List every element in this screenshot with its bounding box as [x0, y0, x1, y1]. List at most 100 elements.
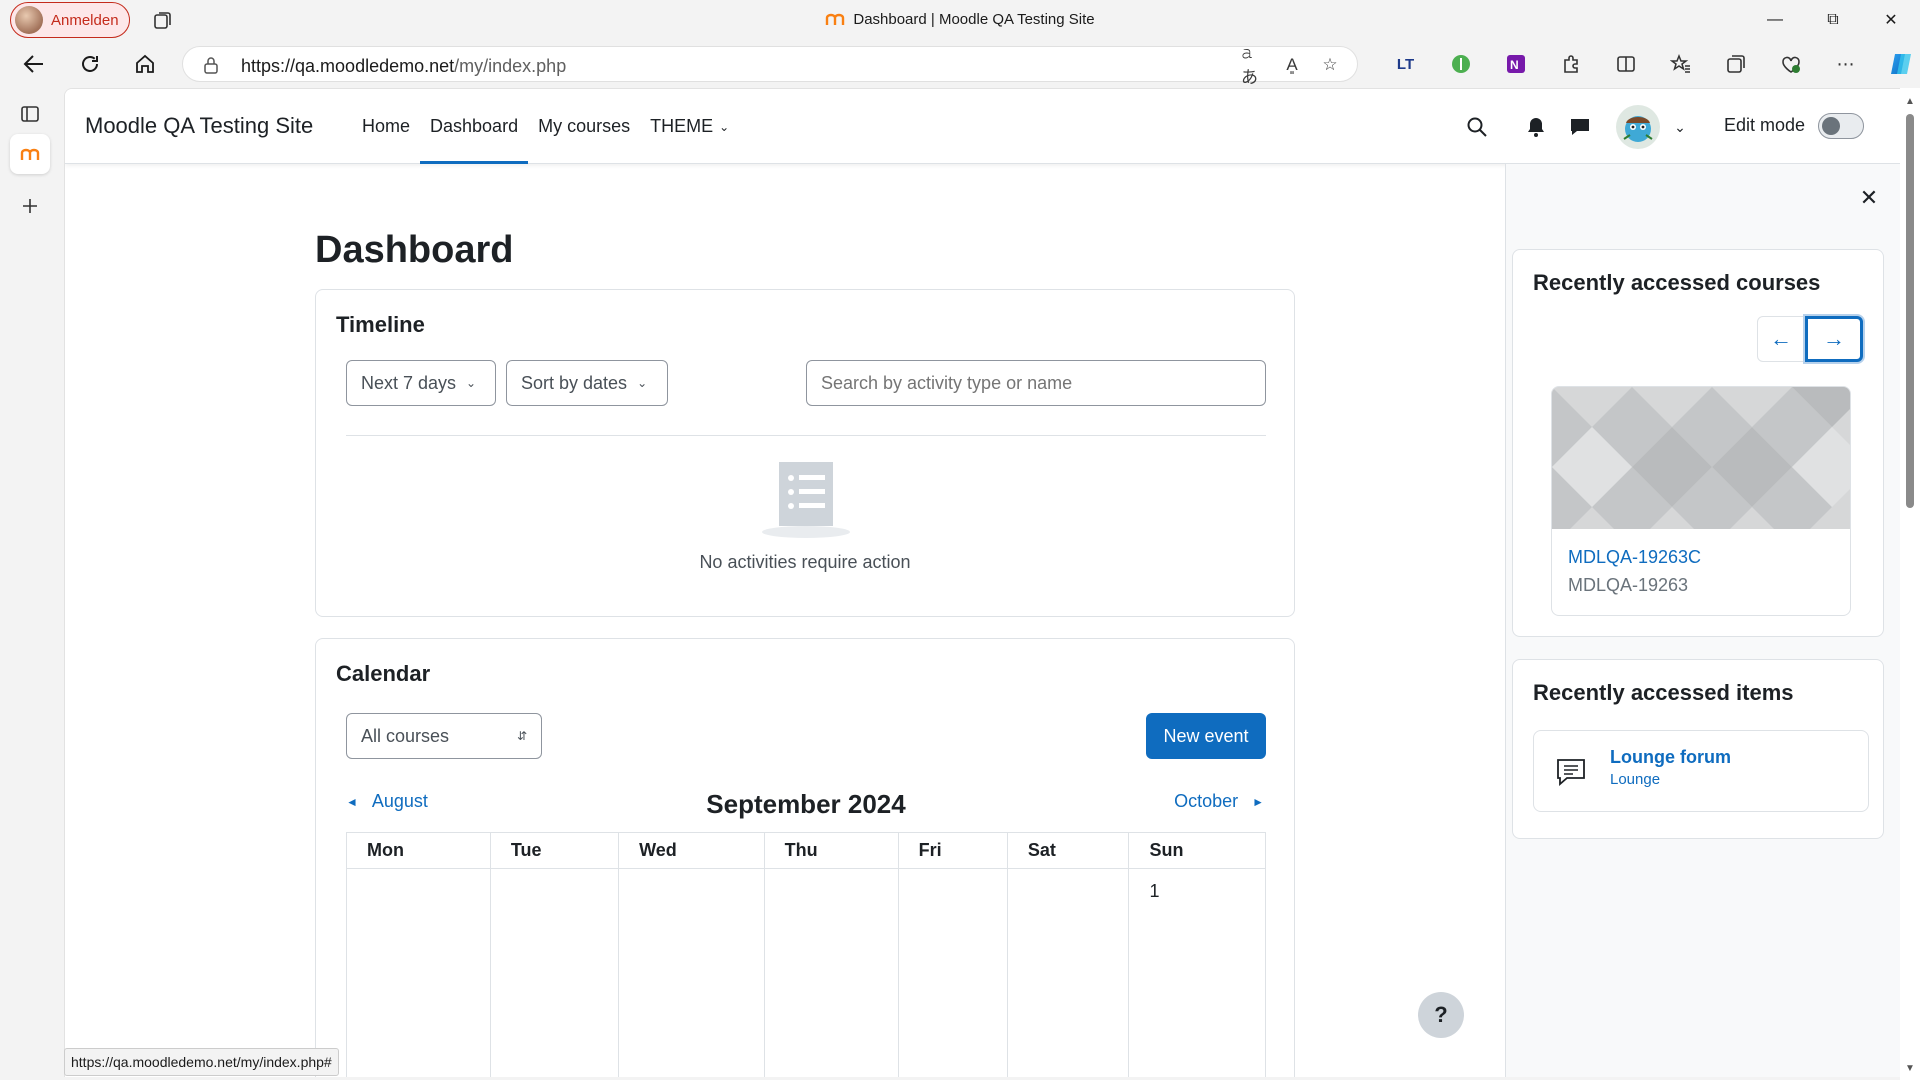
- edit-mode-label: Edit mode: [1724, 115, 1806, 135]
- vertical-tab-moodle[interactable]: [10, 134, 50, 174]
- course-card[interactable]: MDLQA-19263C MDLQA-19263: [1551, 386, 1851, 616]
- nav-dashboard[interactable]: Dashboard: [420, 89, 529, 164]
- next-month-link[interactable]: October ►: [1174, 791, 1264, 812]
- tab-title-text: Dashboard | Moodle QA Testing Site: [853, 11, 1095, 28]
- day-header: Tue: [489, 832, 620, 869]
- read-aloud-icon[interactable]: A͈: [1279, 53, 1305, 77]
- page-title: Dashboard: [315, 229, 514, 271]
- new-event-button[interactable]: New event: [1146, 713, 1266, 759]
- more-menu-icon[interactable]: ⋯: [1818, 48, 1873, 80]
- recent-courses-block: Recently accessed courses ← → MDLQA-1926…: [1512, 249, 1884, 637]
- user-avatar[interactable]: [1616, 105, 1660, 149]
- recent-item-card[interactable]: Lounge forum Lounge: [1533, 730, 1869, 812]
- course-pager: ← →: [1757, 316, 1863, 362]
- calendar-day-cell: [489, 868, 620, 1077]
- svg-text:N: N: [1510, 58, 1519, 72]
- day-header: Sat: [1006, 832, 1130, 869]
- page-scrollbar[interactable]: ▲ ▼: [1900, 88, 1920, 1080]
- user-menu-chevron-icon[interactable]: ⌄: [1668, 115, 1692, 139]
- home-icon[interactable]: [127, 48, 163, 80]
- arrow-right-icon[interactable]: →: [1805, 316, 1863, 362]
- day-number[interactable]: 1: [1149, 881, 1159, 901]
- scroll-down-arrow-icon[interactable]: ▼: [1905, 1063, 1915, 1074]
- extensions-puzzle-icon[interactable]: [1543, 48, 1598, 80]
- lock-icon[interactable]: [203, 56, 219, 74]
- tab-actions-icon[interactable]: [10, 94, 50, 134]
- recent-items-block: Recently accessed items Lounge forum Lou…: [1512, 659, 1884, 839]
- sort-label: Sort by dates: [521, 372, 628, 393]
- help-button[interactable]: ?: [1418, 992, 1464, 1038]
- url-text[interactable]: https://qa.moodledemo.net/my/index.php: [241, 56, 566, 77]
- day-header: Thu: [763, 832, 899, 869]
- toggle-knob: [1822, 117, 1840, 135]
- empty-list-icon: [762, 462, 850, 538]
- forum-icon: [1557, 759, 1585, 786]
- close-window-icon[interactable]: ✕: [1862, 0, 1920, 40]
- day-filter-dropdown[interactable]: Next 7 days ⌄: [346, 360, 496, 406]
- favorites-icon[interactable]: [1653, 48, 1708, 80]
- chevron-down-icon: ⌄: [719, 119, 730, 134]
- back-icon[interactable]: [16, 48, 52, 80]
- languagetool-icon[interactable]: LT: [1378, 48, 1433, 80]
- split-screen-icon[interactable]: [1598, 48, 1653, 80]
- site-brand[interactable]: Moodle QA Testing Site: [85, 113, 313, 139]
- scroll-up-arrow-icon[interactable]: ▲: [1905, 96, 1915, 107]
- recent-item-name[interactable]: Lounge forum: [1610, 747, 1731, 768]
- status-bar-url: https://qa.moodledemo.net/my/index.php#: [64, 1048, 339, 1076]
- tab-title: Dashboard | Moodle QA Testing Site: [0, 11, 1920, 28]
- moodle-navbar: Moodle QA Testing Site Home Dashboard My…: [65, 89, 1900, 164]
- browser-toolbar: https://qa.moodledemo.net/my/index.php 𝚊…: [0, 40, 1920, 88]
- notifications-bell-icon[interactable]: [1524, 115, 1548, 139]
- browser-titlebar: Anmelden Dashboard | Moodle QA Testing S…: [0, 0, 1920, 40]
- arrow-left-icon[interactable]: ←: [1757, 316, 1805, 362]
- calendar-block: Calendar All courses ⇵ New event ◄ August …: [315, 638, 1295, 1077]
- course-filter-select[interactable]: All courses ⇵: [346, 713, 542, 759]
- arrow-right-icon: ►: [1252, 794, 1264, 809]
- block-drawer: ✕ Recently accessed courses ← → MDLQA-19…: [1505, 164, 1900, 1077]
- course-name-link[interactable]: MDLQA-19263C: [1568, 547, 1701, 568]
- collections-icon[interactable]: [1708, 48, 1763, 80]
- recent-item-course[interactable]: Lounge: [1610, 771, 1660, 788]
- empty-state-text: No activities require action: [699, 552, 911, 572]
- nav-home[interactable]: Home: [352, 89, 420, 164]
- calendar-title: Calendar: [336, 661, 431, 686]
- sort-dropdown[interactable]: Sort by dates ⌄: [506, 360, 668, 406]
- search-icon[interactable]: [1465, 115, 1489, 139]
- maximize-icon[interactable]: ⧉: [1804, 0, 1862, 40]
- close-drawer-icon[interactable]: ✕: [1857, 185, 1881, 210]
- new-tab-plus-icon[interactable]: [10, 186, 50, 226]
- calendar-day-cell: [1006, 868, 1130, 1077]
- day-header: Wed: [618, 832, 765, 869]
- onenote-icon[interactable]: N: [1488, 48, 1543, 80]
- address-bar[interactable]: https://qa.moodledemo.net/my/index.php 𝚊…: [182, 43, 1358, 87]
- nav-theme[interactable]: THEME ⌄: [640, 89, 739, 164]
- calendar-day-cell: [763, 868, 899, 1077]
- minimize-icon[interactable]: —: [1746, 0, 1804, 40]
- messages-icon[interactable]: [1568, 115, 1592, 139]
- copilot-icon[interactable]: [1873, 48, 1920, 80]
- chevron-down-icon: ⌄: [466, 376, 477, 390]
- divider: [346, 435, 1266, 436]
- timeline-title: Timeline: [336, 312, 425, 337]
- current-month-title: September 2024: [706, 789, 906, 819]
- page-viewport: Moodle QA Testing Site Home Dashboard My…: [64, 88, 1900, 1077]
- day-filter-label: Next 7 days: [361, 372, 457, 393]
- nav-my-courses[interactable]: My courses: [528, 89, 640, 164]
- window-controls: — ⧉ ✕: [1746, 0, 1920, 40]
- course-image: [1552, 387, 1850, 547]
- scroll-thumb[interactable]: [1906, 114, 1914, 508]
- timeline-search-input[interactable]: [806, 360, 1266, 406]
- calendar-header-row: Mon Tue Wed Thu Fri Sat Sun: [346, 832, 1266, 869]
- browser-essentials-icon[interactable]: [1763, 48, 1818, 80]
- timeline-block: Timeline Next 7 days ⌄ Sort by dates ⌄ No …: [315, 289, 1295, 617]
- day-header: Fri: [897, 832, 1008, 869]
- nav-theme-label: THEME: [650, 116, 714, 136]
- calendar-day-cell[interactable]: 1: [1128, 868, 1266, 1077]
- translate-icon[interactable]: 𝚊あ: [1241, 43, 1267, 87]
- calendar-day-cell: [618, 868, 765, 1077]
- shield-extension-icon[interactable]: [1433, 48, 1488, 80]
- edit-mode-toggle[interactable]: [1818, 113, 1864, 139]
- refresh-icon[interactable]: [72, 48, 108, 80]
- favorite-star-icon[interactable]: ☆: [1317, 53, 1343, 77]
- calendar-day-cell: [346, 868, 491, 1077]
